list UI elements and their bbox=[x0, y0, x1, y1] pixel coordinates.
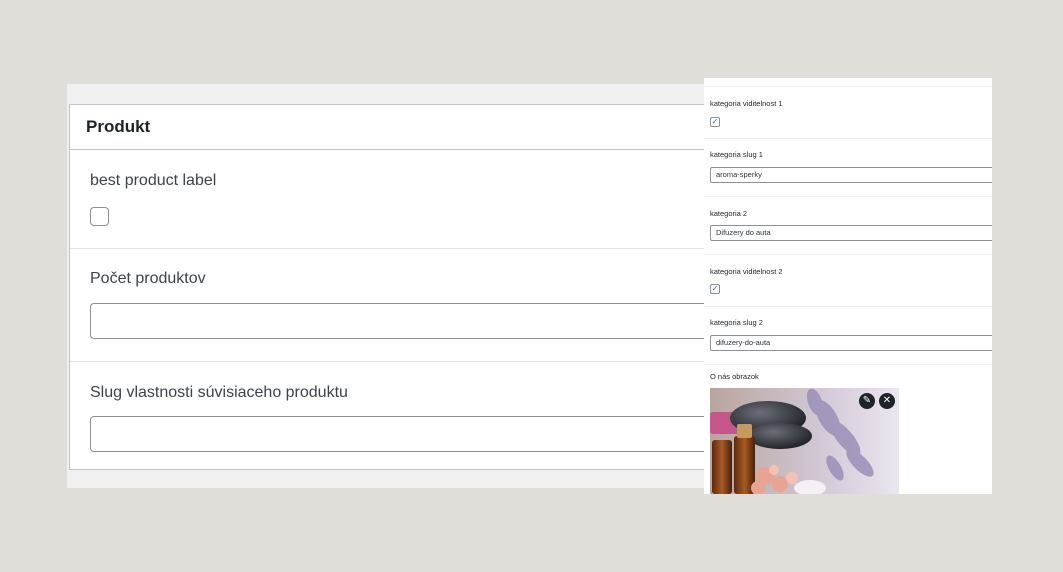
best-product-label: best product label bbox=[90, 172, 217, 189]
product-metabox: Produkt best product label Počet produkt… bbox=[69, 104, 730, 472]
visibility-1-label: kategoria viditelnost 1 bbox=[710, 99, 783, 108]
visibility-1-checkbox[interactable]: ✓ bbox=[710, 117, 720, 127]
visibility-2-field: kategoria viditelnost 2 ✓ bbox=[704, 255, 992, 307]
best-product-checkbox[interactable] bbox=[90, 207, 109, 226]
category-2-input[interactable]: Difuzery do auta bbox=[710, 225, 992, 241]
slug-1-input[interactable]: aroma-sperky bbox=[710, 167, 992, 183]
related-slug-field: Slug vlastnosti súvisiaceho produktu bbox=[70, 362, 730, 472]
visibility-1-field: kategoria viditelnost 1 ✓ bbox=[704, 87, 992, 139]
about-image[interactable]: ✎ ✕ bbox=[710, 388, 899, 494]
slug-2-input[interactable]: difuzery-do-auta bbox=[710, 335, 992, 351]
slug-1-field: kategoria slug 1 aroma-sperky bbox=[704, 139, 992, 197]
left-admin-area: Produkt best product label Počet produkt… bbox=[67, 84, 730, 488]
product-count-label: Počet produktov bbox=[90, 270, 206, 287]
product-count-field: Počet produktov bbox=[70, 249, 730, 362]
category-2-field: kategoria 2 Difuzery do auta bbox=[704, 197, 992, 255]
slug-2-label: kategoria slug 2 bbox=[710, 318, 763, 327]
metabox-title: Produkt bbox=[70, 105, 728, 150]
category-2-label: kategoria 2 bbox=[710, 209, 748, 218]
close-icon[interactable]: ✕ bbox=[879, 393, 895, 409]
slug-1-label: kategoria slug 1 bbox=[710, 150, 763, 159]
visibility-2-label: kategoria viditelnost 2 bbox=[710, 267, 783, 276]
pencil-icon[interactable]: ✎ bbox=[859, 393, 875, 409]
slug-2-field: kategoria slug 2 difuzery-do-auta bbox=[704, 307, 992, 365]
about-image-label: O nás obrazok bbox=[710, 372, 759, 381]
related-slug-input[interactable] bbox=[90, 416, 730, 452]
visibility-2-checkbox[interactable]: ✓ bbox=[710, 284, 720, 294]
product-count-input[interactable] bbox=[90, 303, 730, 339]
panel-top-divider bbox=[704, 78, 992, 87]
best-product-field: best product label bbox=[70, 150, 728, 249]
related-slug-label: Slug vlastnosti súvisiaceho produktu bbox=[90, 384, 348, 401]
category-fields-panel: kategoria viditelnost 1 ✓ kategoria slug… bbox=[704, 78, 992, 494]
